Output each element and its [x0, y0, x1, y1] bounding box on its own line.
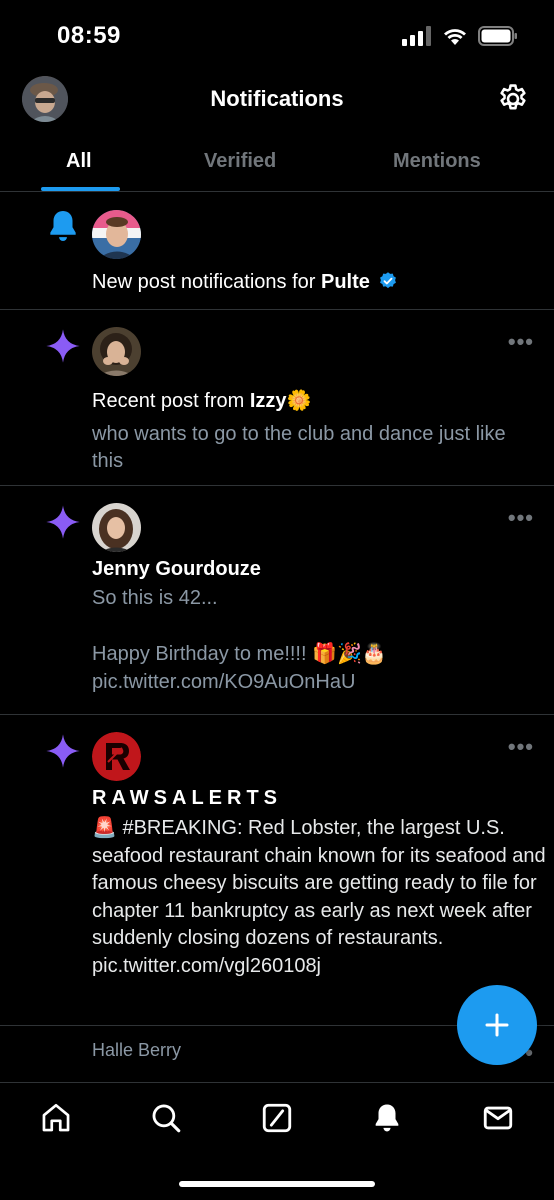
verified-badge-icon: [380, 272, 397, 289]
post-preview: who wants to go to the club and dance ju…: [92, 423, 506, 472]
tab-bar: All Verified Mentions: [0, 132, 554, 192]
post-line-2: Happy Birthday to me!!!! 🎁🎉🎂: [92, 643, 387, 665]
home-icon[interactable]: [39, 1101, 73, 1135]
post-line-1: So this is 42...: [92, 587, 218, 609]
account-emoji: 🌼: [286, 390, 312, 412]
post-link[interactable]: pic.twitter.com/KO9AuOnHaU: [92, 669, 542, 696]
tab-verified[interactable]: Verified: [204, 150, 276, 173]
avatar-image: [92, 210, 141, 259]
sparkle-icon: [46, 505, 80, 539]
status-bar: 08:59: [0, 0, 554, 70]
notification-item[interactable]: New post notifications for Pulte: [0, 193, 554, 310]
avatar[interactable]: [92, 327, 141, 376]
notification-prefix: New post notifications for: [92, 271, 321, 293]
sparkle-icon: [46, 734, 80, 768]
status-icons: [402, 26, 518, 46]
gear-icon[interactable]: [496, 82, 530, 116]
cellular-signal-icon: [402, 26, 431, 46]
notification-prefix: Recent post from: [92, 390, 250, 412]
account-name: Halle Berry: [92, 1040, 182, 1060]
search-icon[interactable]: [149, 1101, 183, 1135]
tab-all[interactable]: All: [66, 150, 92, 173]
avatar[interactable]: [92, 210, 141, 259]
account-name[interactable]: Pulte: [321, 271, 370, 293]
bell-icon: [50, 210, 76, 242]
mail-icon[interactable]: [481, 1101, 515, 1135]
avatar-image: [92, 327, 141, 376]
more-options-button[interactable]: •••: [508, 505, 534, 531]
home-indicator[interactable]: [179, 1181, 375, 1187]
status-time: 08:59: [57, 22, 121, 49]
battery-icon: [478, 26, 517, 46]
author-name[interactable]: Jenny Gourdouze: [92, 558, 261, 581]
rawsalerts-logo-icon: [92, 732, 141, 781]
bell-icon[interactable]: [370, 1101, 404, 1135]
grok-icon[interactable]: [260, 1101, 294, 1135]
compose-button[interactable]: [457, 985, 537, 1065]
avatar[interactable]: [92, 503, 141, 552]
plus-icon: [485, 1013, 509, 1037]
more-options-button[interactable]: •••: [508, 734, 534, 760]
notification-feed: New post notifications for Pulte ••• Rec…: [0, 193, 554, 1106]
notification-item[interactable]: ••• Recent post from Izzy🌼 who wants to …: [0, 310, 554, 486]
avatar[interactable]: [92, 732, 141, 781]
notification-item[interactable]: ••• RAWSALERTS 🚨 #BREAKING: Red Lobster,…: [0, 715, 554, 1026]
post-body: 🚨 #BREAKING: Red Lobster, the largest U.…: [92, 817, 546, 977]
header: Notifications: [0, 70, 554, 130]
notification-text: New post notifications for Pulte: [92, 271, 398, 294]
sparkle-icon: [46, 329, 80, 363]
author-name[interactable]: RAWSALERTS: [92, 787, 282, 810]
page-title: Notifications: [210, 86, 344, 111]
notification-item[interactable]: ••• Jenny Gourdouze So this is 42... Hap…: [0, 486, 554, 715]
notification-text: Recent post from Izzy🌼: [92, 388, 311, 413]
account-name[interactable]: Izzy: [250, 390, 287, 412]
avatar-image: [92, 503, 141, 552]
tab-mentions[interactable]: Mentions: [393, 150, 481, 173]
active-tab-indicator: [41, 187, 120, 191]
wifi-icon: [444, 29, 466, 45]
more-options-button[interactable]: •••: [508, 329, 534, 355]
